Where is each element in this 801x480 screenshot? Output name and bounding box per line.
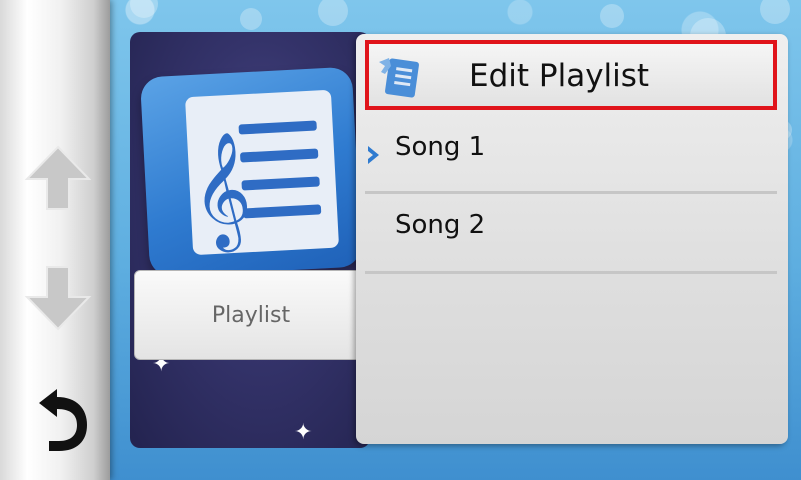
- scroll-up-button[interactable]: [18, 138, 98, 218]
- background-bubble: [600, 4, 624, 28]
- edit-playlist-button[interactable]: Edit Playlist: [365, 40, 777, 110]
- scroll-down-button[interactable]: [18, 258, 98, 338]
- arrow-up-icon: [24, 145, 92, 210]
- edit-playlist-label: Edit Playlist: [469, 58, 650, 94]
- song-title: Song 2: [395, 210, 486, 240]
- playlist-category-button[interactable]: Playlist: [134, 270, 368, 360]
- arrow-down-icon: [24, 266, 92, 331]
- background-bubble: [240, 8, 262, 30]
- back-button[interactable]: [18, 380, 98, 460]
- edit-playlist-icon: [379, 58, 419, 98]
- music-playlist-icon: 𝄞: [139, 66, 363, 278]
- background-bubble: [318, 0, 348, 26]
- sparkle-icon: ✦: [294, 420, 313, 445]
- side-control-bar: [0, 0, 110, 480]
- back-arrow-icon: [39, 389, 87, 451]
- song-list-item[interactable]: Song 2: [365, 198, 777, 274]
- playlist-label: Playlist: [211, 302, 291, 328]
- song-list-item[interactable]: Song 1: [365, 118, 777, 194]
- background-bubble: [130, 0, 158, 18]
- background-bubble: [760, 0, 790, 24]
- svg-text:𝄞: 𝄞: [189, 129, 254, 254]
- song-title: Song 1: [395, 132, 486, 162]
- chevron-right-icon: [368, 146, 379, 164]
